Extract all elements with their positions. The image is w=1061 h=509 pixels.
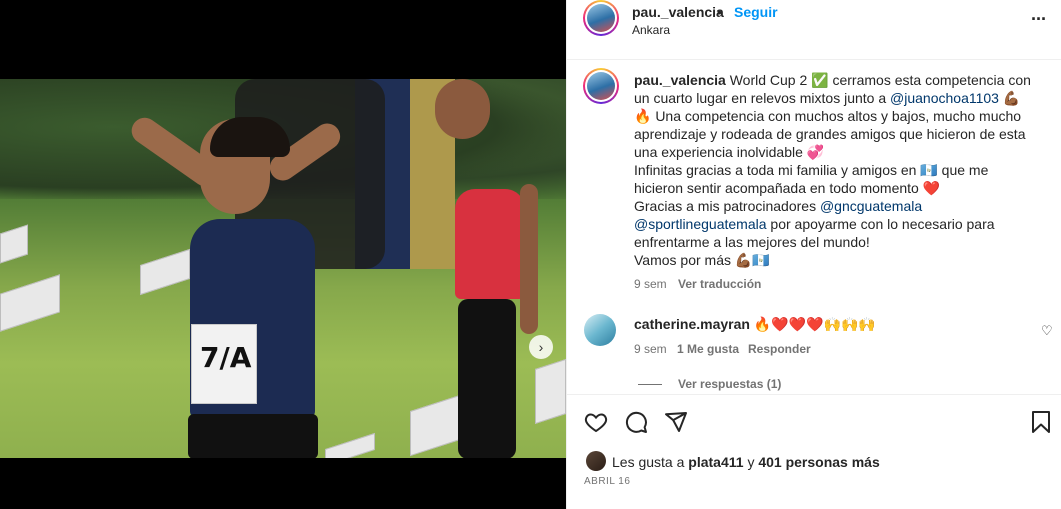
chevron-right-icon: › [538, 339, 544, 355]
commenter-username[interactable]: catherine.mayran [634, 316, 750, 332]
athlete-background-head [435, 79, 490, 139]
caption-author-avatar[interactable] [583, 68, 619, 104]
post-media: 7/A › [0, 0, 566, 509]
share-send-icon[interactable] [663, 409, 689, 435]
comment-reply-button[interactable]: Responder [748, 342, 811, 356]
caption-text-line1-end: 💪🏾 [1002, 90, 1021, 106]
comment-text: 🔥❤️❤️❤️🙌🙌🙌 [753, 316, 876, 332]
bookmark-save-icon[interactable] [1028, 409, 1054, 435]
post-caption: pau._valencia World Cup 2 ✅ cerramos est… [634, 71, 1036, 269]
caption-text-line4: Gracias a mis patrocinadores [634, 198, 817, 214]
hurdle [0, 224, 28, 264]
liker-username[interactable]: plata411 [688, 454, 743, 470]
author-avatar[interactable] [583, 0, 619, 36]
view-replies-button[interactable]: Ver respuestas (1) [678, 377, 781, 391]
hurdle [0, 274, 60, 332]
hurdle [325, 432, 375, 458]
race-bib-number: 7/A [200, 341, 252, 374]
caption-mention[interactable]: @juanochoa1103 [890, 90, 999, 106]
athlete-background-legs [458, 299, 516, 458]
hurdle [535, 358, 566, 425]
translate-button[interactable]: Ver traducción [678, 277, 761, 291]
commenter-avatar[interactable] [584, 314, 616, 346]
comment-bubble-icon[interactable] [623, 409, 649, 435]
athlete-shorts [188, 414, 318, 458]
liker-avatar[interactable] [586, 451, 606, 471]
caption-username[interactable]: pau._valencia [634, 72, 726, 88]
comment-likes-count[interactable]: 1 Me gusta [677, 342, 739, 356]
caption-text-line5: Vamos por más 💪🏾🇬🇹 [634, 252, 770, 268]
like-heart-icon[interactable] [583, 409, 609, 435]
header-separator: • [717, 4, 722, 20]
caption-mention[interactable]: @sportlineguatemala [634, 216, 767, 232]
athlete-background-arm [520, 184, 538, 334]
post-header: pau._valencia • Seguir Ankara ··· [567, 0, 1061, 44]
header-divider [567, 59, 1061, 60]
caption-mention[interactable]: @gncguatemala [820, 198, 922, 214]
likes-others-count[interactable]: 401 personas más [758, 454, 879, 470]
more-horizontal-icon[interactable]: ··· [1031, 9, 1047, 30]
caption-timestamp[interactable]: 9 sem [634, 277, 667, 291]
view-replies-line [638, 384, 662, 385]
post-location[interactable]: Ankara [632, 23, 670, 37]
follow-button[interactable]: Seguir [734, 4, 778, 20]
likes-middle: y [747, 454, 755, 470]
post-side-panel: pau._valencia • Seguir Ankara ··· pau._v… [566, 0, 1061, 509]
post-photo[interactable]: 7/A › [0, 79, 566, 458]
carousel-next-button[interactable]: › [529, 335, 553, 359]
comment: catherine.mayran 🔥❤️❤️❤️🙌🙌🙌 [634, 315, 1014, 333]
athlete-background-top [455, 189, 525, 299]
comment-like-heart-icon[interactable]: ♡ [1041, 323, 1053, 339]
post-actions [567, 394, 1061, 446]
hurdle [140, 248, 190, 296]
caption-text-line3: Infinitas gracias a toda mi familia y am… [634, 162, 989, 196]
comment-timestamp[interactable]: 9 sem [634, 342, 667, 356]
author-username[interactable]: pau._valencia [632, 4, 724, 20]
likes-summary: Les gusta a plata411 y 401 personas más [612, 454, 880, 470]
caption-text-line2: 🔥 Una competencia con muchos altos y baj… [634, 108, 1026, 160]
post-date[interactable]: ABRIL 16 [584, 476, 630, 487]
likes-prefix: Les gusta a [612, 454, 685, 470]
